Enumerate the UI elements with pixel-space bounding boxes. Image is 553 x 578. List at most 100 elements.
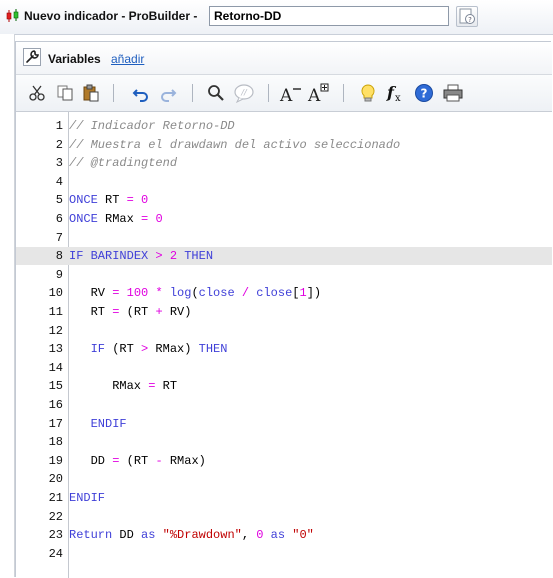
code-line[interactable]: 8 IF BARINDEX > 2 THEN bbox=[16, 247, 552, 266]
code-line[interactable]: 4 bbox=[16, 173, 552, 191]
function-icon[interactable]: fx bbox=[384, 81, 408, 105]
wrench-icon[interactable] bbox=[23, 48, 41, 66]
code-line[interactable]: 3 // @tradingtend bbox=[16, 154, 552, 172]
code-token: close bbox=[198, 286, 235, 301]
code-token: as bbox=[141, 528, 156, 543]
code-line[interactable]: 18 bbox=[16, 433, 552, 451]
code-line[interactable]: 12 bbox=[16, 322, 552, 340]
code-token: RT bbox=[97, 193, 127, 208]
comment-icon[interactable]: // bbox=[232, 81, 256, 105]
search-icon[interactable] bbox=[204, 81, 228, 105]
code-text: RMax = RT bbox=[69, 377, 177, 395]
code-line[interactable]: 20 bbox=[16, 470, 552, 488]
code-token: "0" bbox=[292, 528, 314, 543]
code-line[interactable]: 13 IF (RT > RMax) THEN bbox=[16, 340, 552, 358]
code-token: THEN bbox=[184, 249, 214, 264]
line-number: 22 bbox=[48, 509, 63, 524]
code-editor[interactable]: 1 // Indicador Retorno-DD 2 // Muestra el d… bbox=[16, 112, 552, 578]
toolbar-separator bbox=[192, 84, 193, 102]
variables-label: Variables bbox=[48, 52, 101, 66]
code-text: Return DD as "%Drawdown", 0 as "0" bbox=[69, 526, 314, 544]
code-line[interactable]: 10 RV = 100 * log(close / close[1]) bbox=[16, 284, 552, 302]
left-margin bbox=[0, 34, 14, 577]
print-icon[interactable] bbox=[441, 81, 465, 105]
code-text: RV = 100 * log(close / close[1]) bbox=[69, 284, 322, 302]
code-text: IF (RT > RMax) THEN bbox=[69, 340, 228, 358]
copy-icon[interactable] bbox=[53, 81, 77, 105]
lightbulb-icon[interactable] bbox=[356, 81, 380, 105]
code-line[interactable]: 22 bbox=[16, 508, 552, 526]
paste-icon[interactable] bbox=[79, 81, 103, 105]
code-token: RMax) bbox=[148, 342, 199, 357]
line-number: 19 bbox=[48, 453, 63, 468]
code-line[interactable]: 14 bbox=[16, 359, 552, 377]
svg-text:A: A bbox=[307, 86, 321, 103]
code-token: RT bbox=[155, 379, 178, 394]
code-line[interactable]: 6 ONCE RMax = 0 bbox=[16, 210, 552, 228]
code-token: 0 bbox=[141, 193, 149, 208]
help-doc-icon: ? bbox=[459, 8, 475, 24]
add-variable-link[interactable]: añadir bbox=[111, 52, 144, 66]
code-token: RV) bbox=[162, 305, 192, 319]
code-line[interactable]: 7 bbox=[16, 229, 552, 247]
code-token: [ bbox=[292, 286, 300, 301]
code-line[interactable]: 21 ENDIF bbox=[16, 489, 552, 507]
code-line[interactable]: 17 ENDIF bbox=[16, 415, 552, 433]
code-line[interactable]: 19 DD = (RT - RMax) bbox=[16, 452, 552, 470]
code-token: IF bbox=[90, 342, 106, 357]
redo-icon[interactable] bbox=[156, 81, 180, 105]
code-line[interactable]: 5 ONCE RT = 0 bbox=[16, 191, 552, 209]
code-token: RMax) bbox=[162, 453, 206, 468]
code-line[interactable]: 2 // Muestra el drawdawn del activo selec… bbox=[16, 136, 552, 154]
editor-toolbar: // A A fx ? bbox=[16, 75, 552, 112]
cut-icon[interactable] bbox=[25, 81, 49, 105]
line-number: 8 bbox=[55, 249, 63, 264]
code-token: 1 bbox=[299, 286, 307, 301]
undo-icon[interactable] bbox=[129, 81, 153, 105]
indicator-name-input[interactable] bbox=[209, 6, 449, 26]
code-token: ]) bbox=[306, 286, 322, 301]
editor-panel: Variables añadir // A A f x ? 1 // Indic… bbox=[15, 41, 552, 578]
code-text: ONCE RMax = 0 bbox=[69, 210, 163, 228]
line-number: 15 bbox=[48, 379, 63, 394]
toolbar-separator bbox=[268, 84, 269, 102]
code-line[interactable]: 16 bbox=[16, 396, 552, 414]
variables-bar: Variables añadir bbox=[16, 42, 552, 75]
font-decrease-icon[interactable]: A bbox=[279, 81, 303, 105]
code-line[interactable]: 1 // Indicador Retorno-DD bbox=[16, 117, 552, 135]
code-token: // Indicador Retorno-DD bbox=[69, 119, 235, 133]
code-token: log bbox=[169, 286, 192, 301]
line-number: 5 bbox=[55, 193, 63, 208]
code-token: > bbox=[155, 249, 163, 264]
code-token: as bbox=[270, 528, 286, 543]
help-button[interactable]: ? bbox=[456, 6, 478, 27]
font-increase-icon[interactable]: A bbox=[307, 81, 331, 105]
line-number: 24 bbox=[48, 546, 63, 561]
code-text: DD = (RT - RMax) bbox=[69, 452, 206, 470]
line-number: 10 bbox=[48, 286, 63, 301]
code-text: ONCE RT = 0 bbox=[69, 191, 148, 209]
help-icon[interactable]: ? bbox=[412, 81, 436, 105]
code-token: + bbox=[155, 305, 163, 319]
code-text: RT = (RT + RV) bbox=[69, 303, 192, 321]
code-line[interactable]: 15 RMax = RT bbox=[16, 377, 552, 395]
line-number: 13 bbox=[48, 342, 63, 357]
code-text: // Indicador Retorno-DD bbox=[69, 117, 235, 135]
code-line[interactable]: 23 Return DD as "%Drawdown", 0 as "0" bbox=[16, 526, 552, 544]
code-token: - bbox=[155, 453, 163, 468]
line-number: 18 bbox=[48, 435, 63, 450]
code-token: IF bbox=[69, 249, 84, 264]
code-token: = bbox=[126, 193, 134, 208]
code-line[interactable]: 24 bbox=[16, 545, 552, 563]
line-number: 17 bbox=[48, 416, 63, 431]
code-text: ENDIF bbox=[69, 415, 127, 433]
code-line[interactable]: 11 RT = (RT + RV) bbox=[16, 303, 552, 321]
code-token: ENDIF bbox=[90, 416, 127, 431]
code-line[interactable]: 9 bbox=[16, 266, 552, 284]
